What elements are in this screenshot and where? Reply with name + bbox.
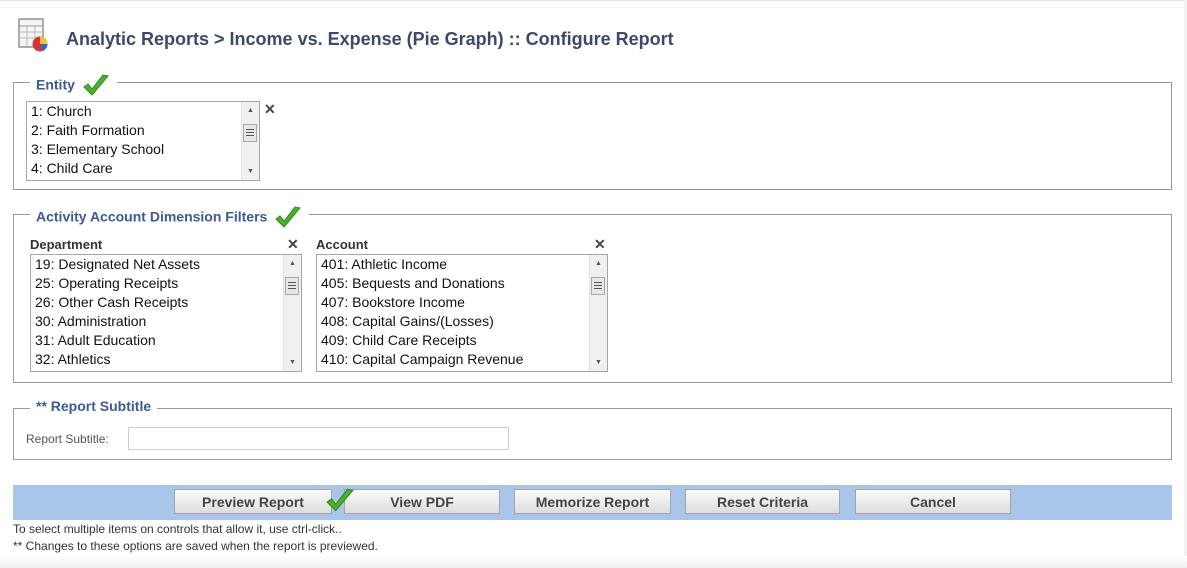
view-pdf-button[interactable]: View PDF	[344, 489, 500, 514]
department-option[interactable]: 32: Athletics	[31, 350, 284, 369]
entity-option[interactable]: 2: Faith Formation	[27, 121, 242, 140]
account-option[interactable]: 409: Child Care Receipts	[317, 331, 590, 350]
filters-legend-label: Activity Account Dimension Filters	[36, 208, 268, 225]
account-option[interactable]: 410: Capital Campaign Revenue	[317, 350, 590, 369]
account-option[interactable]: 405: Bequests and Donations	[317, 274, 590, 293]
reset-criteria-button[interactable]: Reset Criteria	[685, 489, 840, 514]
entity-scrollbar[interactable]: ▲ ▼	[241, 102, 259, 180]
subtitle-field-label: Report Subtitle:	[26, 432, 109, 446]
account-option[interactable]: 407: Bookstore Income	[317, 293, 590, 312]
scroll-thumb[interactable]	[285, 277, 299, 295]
account-label: Account	[316, 237, 368, 252]
department-option[interactable]: 25: Operating Receipts	[31, 274, 284, 293]
multi-select-note: To select multiple items on controls tha…	[13, 522, 342, 536]
subtitle-legend: ** Report Subtitle	[30, 398, 158, 414]
account-listbox[interactable]: 401: Athletic Income 405: Bequests and D…	[316, 254, 608, 372]
department-scrollbar[interactable]: ▲ ▼	[283, 255, 301, 371]
account-scrollbar[interactable]: ▲ ▼	[589, 255, 607, 371]
account-option[interactable]: 408: Capital Gains/(Losses)	[317, 312, 590, 331]
department-option[interactable]: 30: Administration	[31, 312, 284, 331]
scroll-thumb[interactable]	[243, 124, 257, 142]
entity-legend: Entity	[30, 73, 117, 99]
entity-legend-label: Entity	[36, 76, 75, 93]
scroll-down-arrow-icon[interactable]: ▼	[284, 354, 301, 371]
account-clear-icon[interactable]: ✕	[594, 237, 606, 251]
check-icon	[83, 74, 109, 96]
entity-option[interactable]: 3: Elementary School	[27, 140, 242, 159]
memorize-report-button[interactable]: Memorize Report	[514, 489, 671, 514]
department-option[interactable]: 31: Adult Education	[31, 331, 284, 350]
scroll-down-arrow-icon[interactable]: ▼	[590, 354, 607, 371]
check-icon	[326, 488, 354, 512]
entity-option[interactable]: 4: Child Care	[27, 159, 242, 178]
preview-report-button[interactable]: Preview Report	[174, 489, 332, 514]
window-top-border	[0, 0, 1187, 8]
entity-listbox[interactable]: 1: Church 2: Faith Formation 3: Elementa…	[26, 101, 260, 181]
scroll-up-arrow-icon[interactable]: ▲	[284, 255, 301, 272]
scroll-up-arrow-icon[interactable]: ▲	[590, 255, 607, 272]
entity-clear-icon[interactable]: ✕	[264, 102, 276, 116]
report-pie-icon	[18, 18, 50, 52]
department-label: Department	[30, 237, 103, 252]
window-bottom-shade	[0, 556, 1187, 568]
department-listbox[interactable]: 19: Designated Net Assets 25: Operating …	[30, 254, 302, 372]
check-icon	[275, 206, 302, 228]
entity-option[interactable]: 1: Church	[27, 102, 242, 121]
cancel-button[interactable]: Cancel	[855, 489, 1011, 514]
save-note: ** Changes to these options are saved wh…	[13, 539, 378, 553]
scroll-up-arrow-icon[interactable]: ▲	[242, 102, 259, 119]
account-option[interactable]: 401: Athletic Income	[317, 255, 590, 274]
filters-legend: Activity Account Dimension Filters	[30, 205, 310, 231]
department-option[interactable]: 19: Designated Net Assets	[31, 255, 284, 274]
department-clear-icon[interactable]: ✕	[287, 237, 299, 251]
page-title: Analytic Reports > Income vs. Expense (P…	[66, 29, 674, 49]
scroll-thumb[interactable]	[591, 277, 605, 295]
subtitle-input[interactable]	[128, 427, 509, 450]
scroll-down-arrow-icon[interactable]: ▼	[242, 163, 259, 180]
department-option[interactable]: 26: Other Cash Receipts	[31, 293, 284, 312]
